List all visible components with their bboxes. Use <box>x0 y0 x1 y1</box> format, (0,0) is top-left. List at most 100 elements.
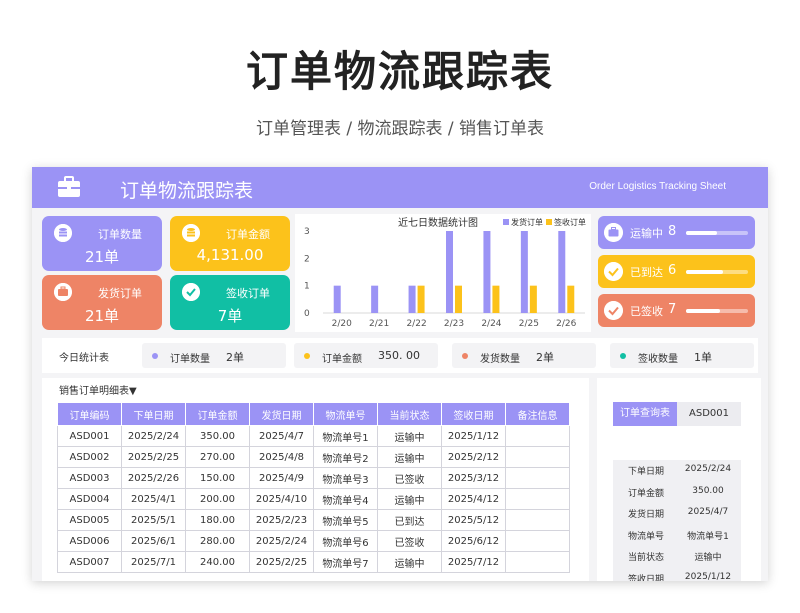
card-order-amount: 订单金额 4,131.00 <box>170 216 290 271</box>
table-row[interactable]: ASD005 2025/5/1 180.00 2025/2/23 物流单号5 已到达 202… <box>57 509 570 531</box>
x-tick-label: 2/22 <box>406 319 426 329</box>
column-header: 签收日期 <box>441 402 506 426</box>
x-tick-label: 2/25 <box>519 319 539 329</box>
table-cell: 运输中 <box>377 446 442 468</box>
briefcase-icon <box>58 176 80 197</box>
table-row[interactable]: ASD007 2025/7/1 240.00 2025/2/25 物流单号7 运输中 202… <box>57 551 570 573</box>
y-tick-label: 3 <box>304 227 310 237</box>
table-row[interactable]: ASD004 2025/4/1 200.00 2025/4/10 物流单号4 运输中 202… <box>57 488 570 510</box>
summary-value: 2单 <box>536 351 554 364</box>
bar-shipped <box>446 231 453 313</box>
column-header: 备注信息 <box>505 402 570 426</box>
weekly-chart: 近七日数据统计图 发货订单 签收订单 0 1 2 3 2/20 2/21 2/22 2/23 2… <box>295 214 591 332</box>
table-cell <box>505 509 570 531</box>
table-cell: 180.00 <box>185 509 250 531</box>
column-header: 发货日期 <box>249 402 314 426</box>
card-value: 7单 <box>217 307 243 325</box>
briefcase-icon <box>604 223 623 242</box>
query-field-key: 订单金额 <box>627 488 664 499</box>
table-cell: 物流单号7 <box>313 551 378 573</box>
table-cell <box>505 425 570 447</box>
table-cell <box>505 446 570 468</box>
summary-value: 350. 00 <box>378 349 420 362</box>
bar-signed <box>567 285 575 313</box>
bar-shipped <box>520 231 528 313</box>
table-cell: 运输中 <box>377 551 442 573</box>
table-cell: 2025/4/7 <box>249 425 314 447</box>
status-label: 已到达 <box>630 266 663 279</box>
table-cell: 2025/4/12 <box>441 488 506 510</box>
bar-shipped <box>408 285 416 313</box>
table-cell: 2025/1/12 <box>441 425 506 447</box>
query-field-value: 2025/2/24 <box>684 464 732 474</box>
status-progress <box>686 231 748 235</box>
table-cell: 运输中 <box>377 488 442 510</box>
y-tick-label: 2 <box>304 254 310 264</box>
table-row[interactable]: ASD006 2025/6/1 280.00 2025/2/24 物流单号6 已签收 202… <box>57 530 570 552</box>
legend-swatch-signed <box>546 219 552 225</box>
column-header: 订单编码 <box>57 402 122 426</box>
status-count: 6 <box>668 263 677 278</box>
table-cell: 240.00 <box>185 551 250 573</box>
table-header-row: 订单编码 下单日期 订单金额 发货日期 物流单号 当前状态 签收日期 备注信息 <box>57 402 570 426</box>
x-tick-label: 2/20 <box>332 319 352 329</box>
table-cell <box>505 551 570 573</box>
briefcase-icon <box>54 283 72 301</box>
table-cell: 物流单号5 <box>313 509 378 531</box>
query-field-row: 签收日期 2025/1/12 <box>613 568 741 582</box>
summary-value: 2单 <box>226 351 244 364</box>
card-order-count: 订单数量 21单 <box>42 216 162 271</box>
table-cell: 物流单号6 <box>313 530 378 552</box>
table-row[interactable]: ASD001 2025/2/24 350.00 2025/4/7 物流单号1 运输中 202… <box>57 425 570 447</box>
table-cell: 350.00 <box>185 425 250 447</box>
y-tick-label: 0 <box>304 309 310 319</box>
dot-icon <box>152 353 158 359</box>
sales-order-detail: 销售订单明细表▼ 订单编码 下单日期 订单金额 发货日期 物流单号 当前状态 签… <box>42 378 589 581</box>
table-row[interactable]: ASD002 2025/2/25 270.00 2025/4/8 物流单号2 运输中 202… <box>57 446 570 468</box>
status-count: 7 <box>668 302 677 317</box>
table-cell: 2025/4/10 <box>249 488 314 510</box>
table-cell: 200.00 <box>185 488 250 510</box>
column-header: 订单金额 <box>185 402 250 426</box>
table-cell: 物流单号4 <box>313 488 378 510</box>
query-field-value: 350.00 <box>692 485 724 496</box>
query-field-row: 物流单号 物流单号1 <box>613 525 741 547</box>
query-field-value: 物流单号1 <box>687 531 729 542</box>
order-id-input[interactable]: ASD001 <box>677 402 741 426</box>
x-tick-label: 2/26 <box>556 319 576 329</box>
table-cell: ASD003 <box>57 467 122 489</box>
page-subtitle: 订单管理表 / 物流跟踪表 / 销售订单表 <box>255 119 545 139</box>
summary-label: 订单金额 <box>322 354 362 365</box>
summary-item: 签收数量 1单 <box>610 343 754 368</box>
status-progress-fill <box>686 231 717 235</box>
page-title: 订单物流跟踪表 <box>245 47 554 96</box>
legend-label-shipped: 发货订单 <box>511 217 543 227</box>
table-cell: 280.00 <box>185 530 250 552</box>
table-cell: 2025/4/8 <box>249 446 314 468</box>
detail-title-dropdown[interactable]: 销售订单明细表▼ <box>59 382 137 397</box>
query-field-row: 发货日期 2025/4/7 <box>613 503 741 525</box>
card-value: 21单 <box>84 307 120 325</box>
table-cell: 2025/3/12 <box>441 467 506 489</box>
status-progress-fill <box>686 270 724 274</box>
table-cell: 2025/5/12 <box>441 509 506 531</box>
card-label: 发货订单 <box>98 287 142 300</box>
table-cell: 2025/2/24 <box>121 425 186 447</box>
table-cell <box>505 467 570 489</box>
table-row[interactable]: ASD003 2025/2/26 150.00 2025/4/9 物流单号3 已签收 202… <box>57 467 570 489</box>
x-tick-label: 2/23 <box>444 319 464 329</box>
bar-signed <box>529 285 537 313</box>
query-field-value: 2025/1/12 <box>684 571 732 582</box>
table-cell: 物流单号2 <box>313 446 378 468</box>
table-cell: 已签收 <box>377 530 442 552</box>
table-cell: ASD001 <box>57 425 122 447</box>
dashboard-sheet: 订单物流跟踪表 Order Logistics Tracking Sheet 订… <box>32 167 768 581</box>
query-label: 订单查询表 <box>613 402 677 426</box>
table-cell: 2025/2/26 <box>121 467 186 489</box>
status-progress-fill <box>686 309 721 313</box>
table-cell: 270.00 <box>185 446 250 468</box>
table-cell: 2025/4/9 <box>249 467 314 489</box>
card-label: 订单数量 <box>98 228 142 241</box>
table-cell: 2025/4/1 <box>121 488 186 510</box>
table-cell: 2025/7/12 <box>441 551 506 573</box>
